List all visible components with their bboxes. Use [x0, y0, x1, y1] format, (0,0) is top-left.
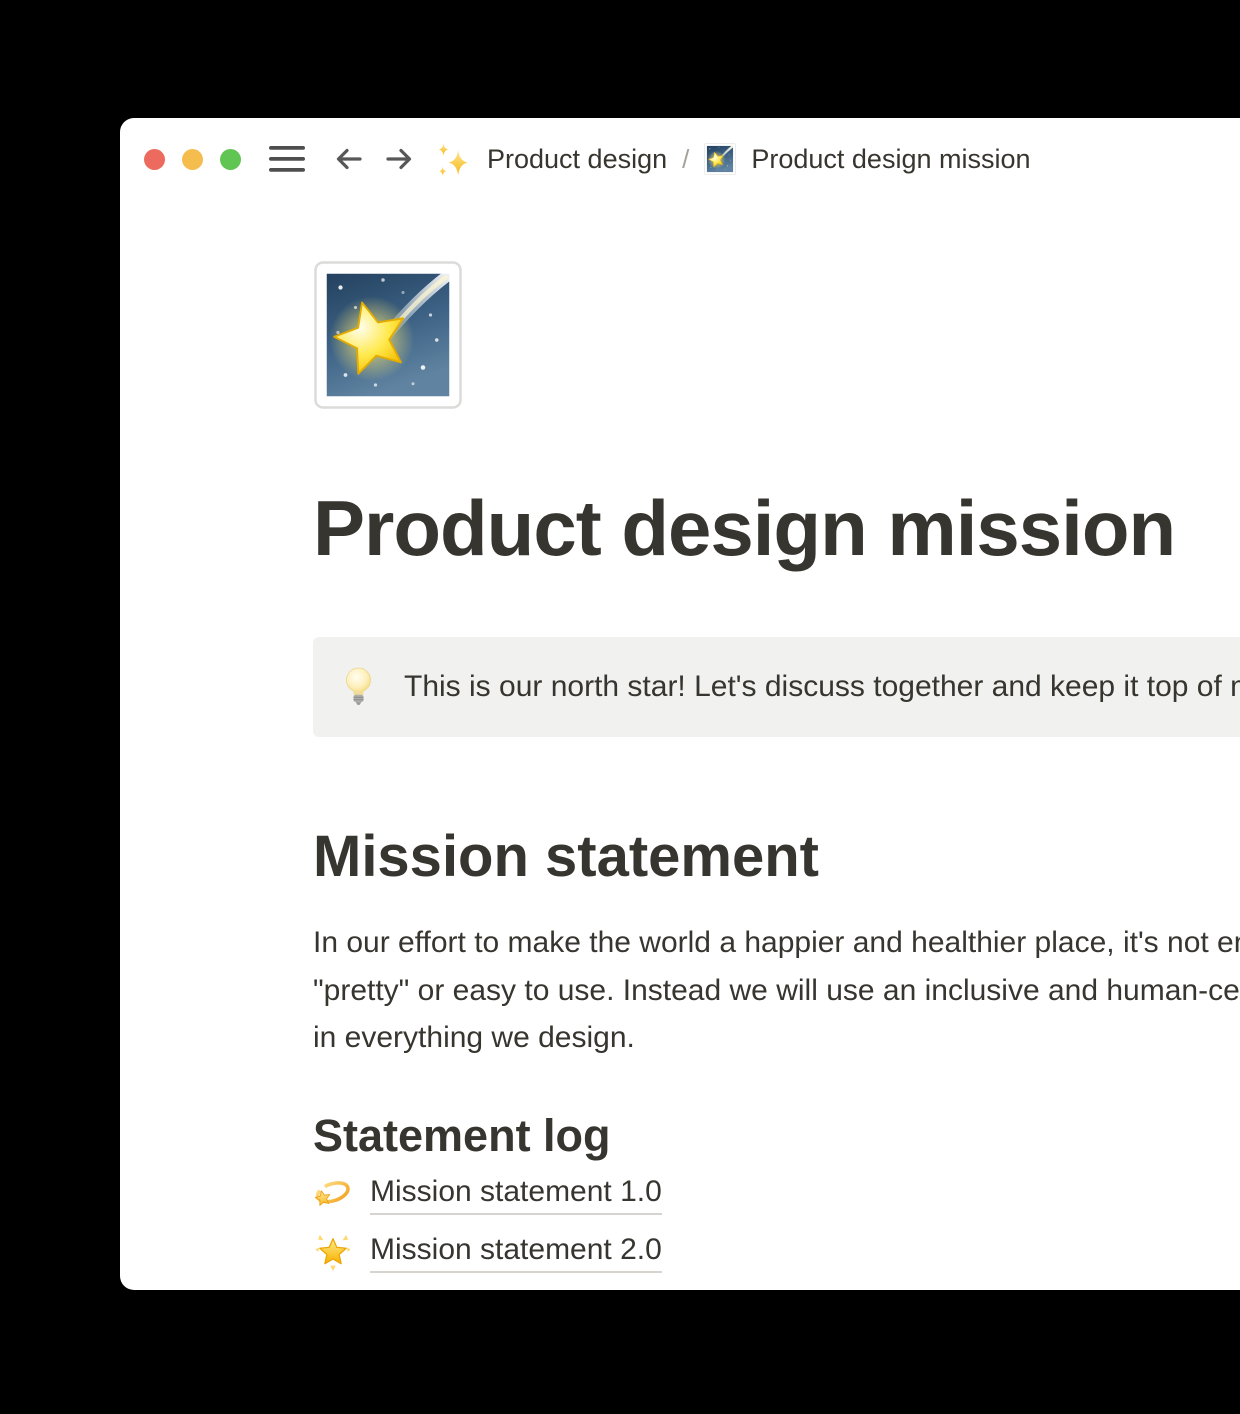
window-controls: [144, 149, 241, 170]
page-link-label: Mission statement 2.0: [370, 1230, 662, 1273]
shooting-star-icon: [313, 260, 463, 410]
breadcrumb-label: Product design mission: [751, 142, 1030, 176]
zoom-window-button[interactable]: [220, 149, 241, 170]
shooting-star-icon: [704, 143, 736, 175]
breadcrumb-separator: /: [682, 144, 689, 175]
hamburger-menu-icon: [269, 145, 307, 173]
statement-log-list: Mission statement 1.0 Mission statement …: [313, 1172, 1240, 1273]
window-titlebar: Product design / Product design mission: [120, 118, 1240, 200]
callout-block: This is our north star! Let's discuss to…: [313, 637, 1240, 737]
page-title: Product design mission: [313, 482, 1240, 574]
page-link-mission-statement-2[interactable]: Mission statement 2.0: [313, 1230, 662, 1273]
back-arrow-icon: [331, 141, 367, 177]
page-link-mission-statement-1[interactable]: Mission statement 1.0: [313, 1172, 662, 1215]
back-button[interactable]: [331, 141, 367, 177]
sparkles-icon: [435, 141, 472, 178]
paragraph-line: in everything we design.: [313, 1014, 1240, 1062]
page-link-label: Mission statement 1.0: [370, 1172, 662, 1215]
paragraph-line: In our effort to make the world a happie…: [313, 919, 1240, 967]
app-window: Product design / Product design mission …: [120, 118, 1240, 1290]
light-bulb-icon: [343, 665, 374, 709]
section-heading-mission-statement: Mission statement: [313, 821, 1240, 893]
forward-button[interactable]: [381, 141, 417, 177]
minimize-window-button[interactable]: [182, 149, 203, 170]
callout-text: This is our north star! Let's discuss to…: [404, 665, 1240, 709]
dizzy-icon: [313, 1173, 353, 1213]
breadcrumb-item-product-design-mission[interactable]: Product design mission: [704, 142, 1030, 176]
forward-arrow-icon: [381, 141, 417, 177]
glowing-star-icon: [313, 1231, 353, 1271]
breadcrumb-label: Product design: [487, 142, 667, 176]
close-window-button[interactable]: [144, 149, 165, 170]
sidebar-menu-button[interactable]: [269, 145, 307, 173]
section-heading-statement-log: Statement log: [313, 1108, 1240, 1164]
page-content: Product design mission This is our north…: [120, 260, 1240, 1273]
breadcrumb-item-product-design[interactable]: Product design: [435, 141, 667, 178]
page-icon-shooting-star[interactable]: [313, 260, 463, 410]
paragraph-line: "pretty" or easy to use. Instead we will…: [313, 967, 1240, 1015]
mission-paragraph: In our effort to make the world a happie…: [313, 919, 1240, 1062]
